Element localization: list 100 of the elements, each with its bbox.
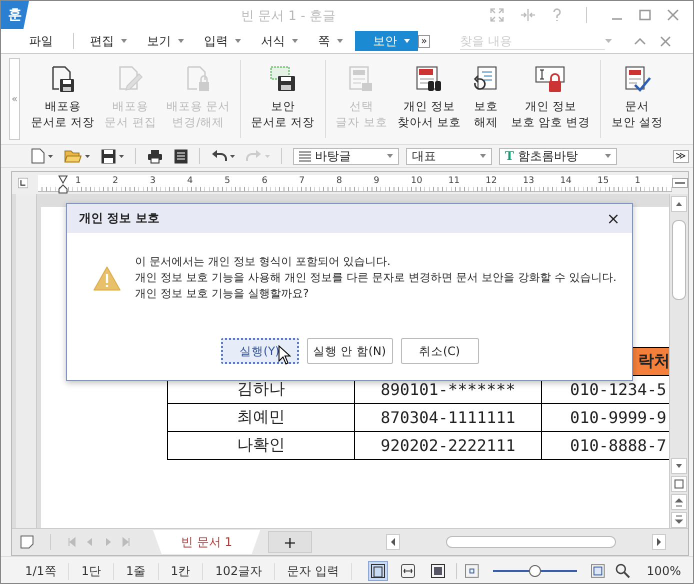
- dialog-button[interactable]: 실행(Y): [220, 338, 298, 364]
- view-mode-button[interactable]: [368, 561, 388, 581]
- scroll-right-icon[interactable]: [652, 534, 666, 550]
- scroll-thumb[interactable]: [446, 536, 616, 548]
- table-cell: 나확인: [237, 435, 285, 454]
- caret-icon: [605, 39, 612, 43]
- dialog-message: 개인 정보 보호 기능을 사용해 개인 정보를 다른 문자로 변경하면 문서 보안을 강화할 수 있습니다.: [135, 270, 616, 286]
- table-cell: 김하나: [237, 379, 285, 398]
- scroll-up-icon[interactable]: [671, 196, 687, 212]
- table-cell: 920202-2222111: [380, 436, 516, 455]
- caret-icon[interactable]: [230, 154, 235, 158]
- open-folder-icon[interactable]: [64, 149, 82, 163]
- next-page-icon[interactable]: [671, 512, 687, 528]
- vertical-scrollbar[interactable]: [669, 194, 688, 528]
- dialog-button[interactable]: 실행 안 함(N): [306, 338, 392, 364]
- horizontal-scrollbar[interactable]: [386, 534, 666, 550]
- ribbon-button[interactable]: 보안 문서로 저장: [246, 58, 320, 140]
- table-cell: 890101-*******: [380, 380, 516, 399]
- dialog-message: 이 문서에서는 개인 정보 형식이 포함되어 있습니다.: [135, 254, 392, 270]
- save-icon[interactable]: [101, 148, 116, 164]
- menu-tab[interactable]: 입력: [196, 31, 249, 51]
- ruler-number: 3: [150, 174, 157, 186]
- new-document-icon[interactable]: [31, 148, 45, 164]
- secure-save-icon: [268, 64, 298, 94]
- caret-icon: [235, 39, 241, 43]
- table-cell: 010-8888-7: [570, 436, 666, 455]
- ruler-number: 2: [112, 174, 120, 186]
- ruler-number: 13: [522, 174, 536, 186]
- caret-icon: [337, 39, 343, 43]
- document-tab[interactable]: 빈 문서 1: [153, 530, 260, 554]
- indent-marker-icon[interactable]: [58, 174, 68, 194]
- dialog-button[interactable]: 취소(C): [400, 338, 478, 364]
- more-button[interactable]: ≫: [672, 150, 689, 162]
- tab-stop-icon[interactable]: [18, 176, 28, 190]
- print-icon[interactable]: [147, 148, 163, 164]
- mouse-cursor-icon: [278, 345, 291, 365]
- table-header: 락처: [638, 351, 669, 370]
- ruler-number: 1: [634, 174, 642, 186]
- status-item: 문자 입력: [275, 562, 352, 580]
- status-item: 1/1쪽: [13, 562, 70, 580]
- ruler-number: 12: [486, 174, 498, 186]
- ruler-number: 15: [597, 174, 610, 186]
- close-icon[interactable]: [667, 9, 679, 21]
- ribbon-button[interactable]: 개인 정보 찾아서 보호: [392, 58, 466, 140]
- ruler-number: 8: [336, 174, 344, 186]
- style-dropdown[interactable]: 바탕글: [293, 148, 399, 164]
- more-button[interactable]: »: [418, 34, 430, 48]
- ruler-number: 6: [262, 174, 268, 186]
- menu-tab[interactable]: 파일: [21, 31, 61, 51]
- page-view-icon[interactable]: [671, 476, 687, 492]
- menu-tab[interactable]: 쪽: [310, 31, 351, 51]
- maximize-icon[interactable]: [639, 9, 651, 21]
- zoom-level: 100%: [646, 564, 682, 578]
- ruler-number: 7: [299, 174, 306, 186]
- caret-icon[interactable]: [48, 154, 53, 158]
- ribbon-button[interactable]: 문서 보안 설정: [606, 58, 668, 140]
- outline-dropdown[interactable]: 대표: [406, 148, 492, 164]
- collapse-icon[interactable]: [634, 37, 646, 45]
- status-item: 102글자: [203, 562, 276, 580]
- table-cell: 010-1234-5: [570, 380, 666, 399]
- ruler-number: 5: [224, 174, 232, 186]
- caret-icon: [480, 154, 486, 158]
- preview-icon[interactable]: [174, 148, 188, 164]
- page-icon[interactable]: [20, 535, 34, 549]
- ribbon-button[interactable]: 배포용 문서로 저장: [26, 58, 100, 140]
- caret-icon[interactable]: [85, 154, 90, 158]
- menu-tab[interactable]: 서식: [253, 31, 306, 51]
- caret-icon[interactable]: [119, 154, 124, 158]
- scroll-down-icon[interactable]: [671, 458, 687, 474]
- table-cell: 010-9999-9: [570, 408, 666, 427]
- ribbon-collapse-button[interactable]: «: [9, 58, 20, 140]
- ruler-number: 1: [75, 174, 82, 186]
- add-tab-button[interactable]: +: [268, 531, 312, 553]
- warning-icon: [93, 266, 121, 290]
- status-item: 1줄: [114, 562, 159, 580]
- previous-page-icon[interactable]: [671, 494, 687, 510]
- undo-icon[interactable]: [211, 150, 227, 162]
- table-cell: 870304-1111111: [380, 408, 516, 427]
- scroll-left-icon[interactable]: [386, 534, 400, 550]
- status-item: 1단: [69, 562, 114, 580]
- zoom-in-icon[interactable]: [591, 564, 605, 578]
- ribbon-button[interactable]: 개인 정보 보호 암호 변경: [506, 58, 596, 140]
- menu-tab[interactable]: 보안: [355, 31, 418, 51]
- font-dropdown[interactable]: T 함초롬바탕: [499, 148, 617, 164]
- ruler-number: 14: [560, 174, 573, 186]
- menu-tab[interactable]: 보기: [139, 31, 192, 51]
- close-icon[interactable]: [660, 36, 672, 46]
- caret-icon: [605, 154, 611, 158]
- menu-tab[interactable]: 편집: [82, 31, 135, 51]
- dialog-title: 개인 정보 보호: [79, 210, 160, 227]
- ribbon-button[interactable]: 보호 해제: [466, 58, 506, 140]
- scroll-thumb[interactable]: [672, 220, 686, 300]
- zoom-out-icon[interactable]: [464, 564, 479, 578]
- split-view-icon[interactable]: [672, 178, 688, 188]
- magnifier-icon[interactable]: [614, 563, 631, 579]
- window-title: 빈 문서 1 - 훈글: [241, 8, 336, 25]
- paragraph-style-icon: [299, 150, 311, 162]
- close-button[interactable]: ×: [606, 209, 620, 228]
- ruler-number: 9: [374, 174, 380, 186]
- ruler-number: 4: [187, 174, 194, 186]
